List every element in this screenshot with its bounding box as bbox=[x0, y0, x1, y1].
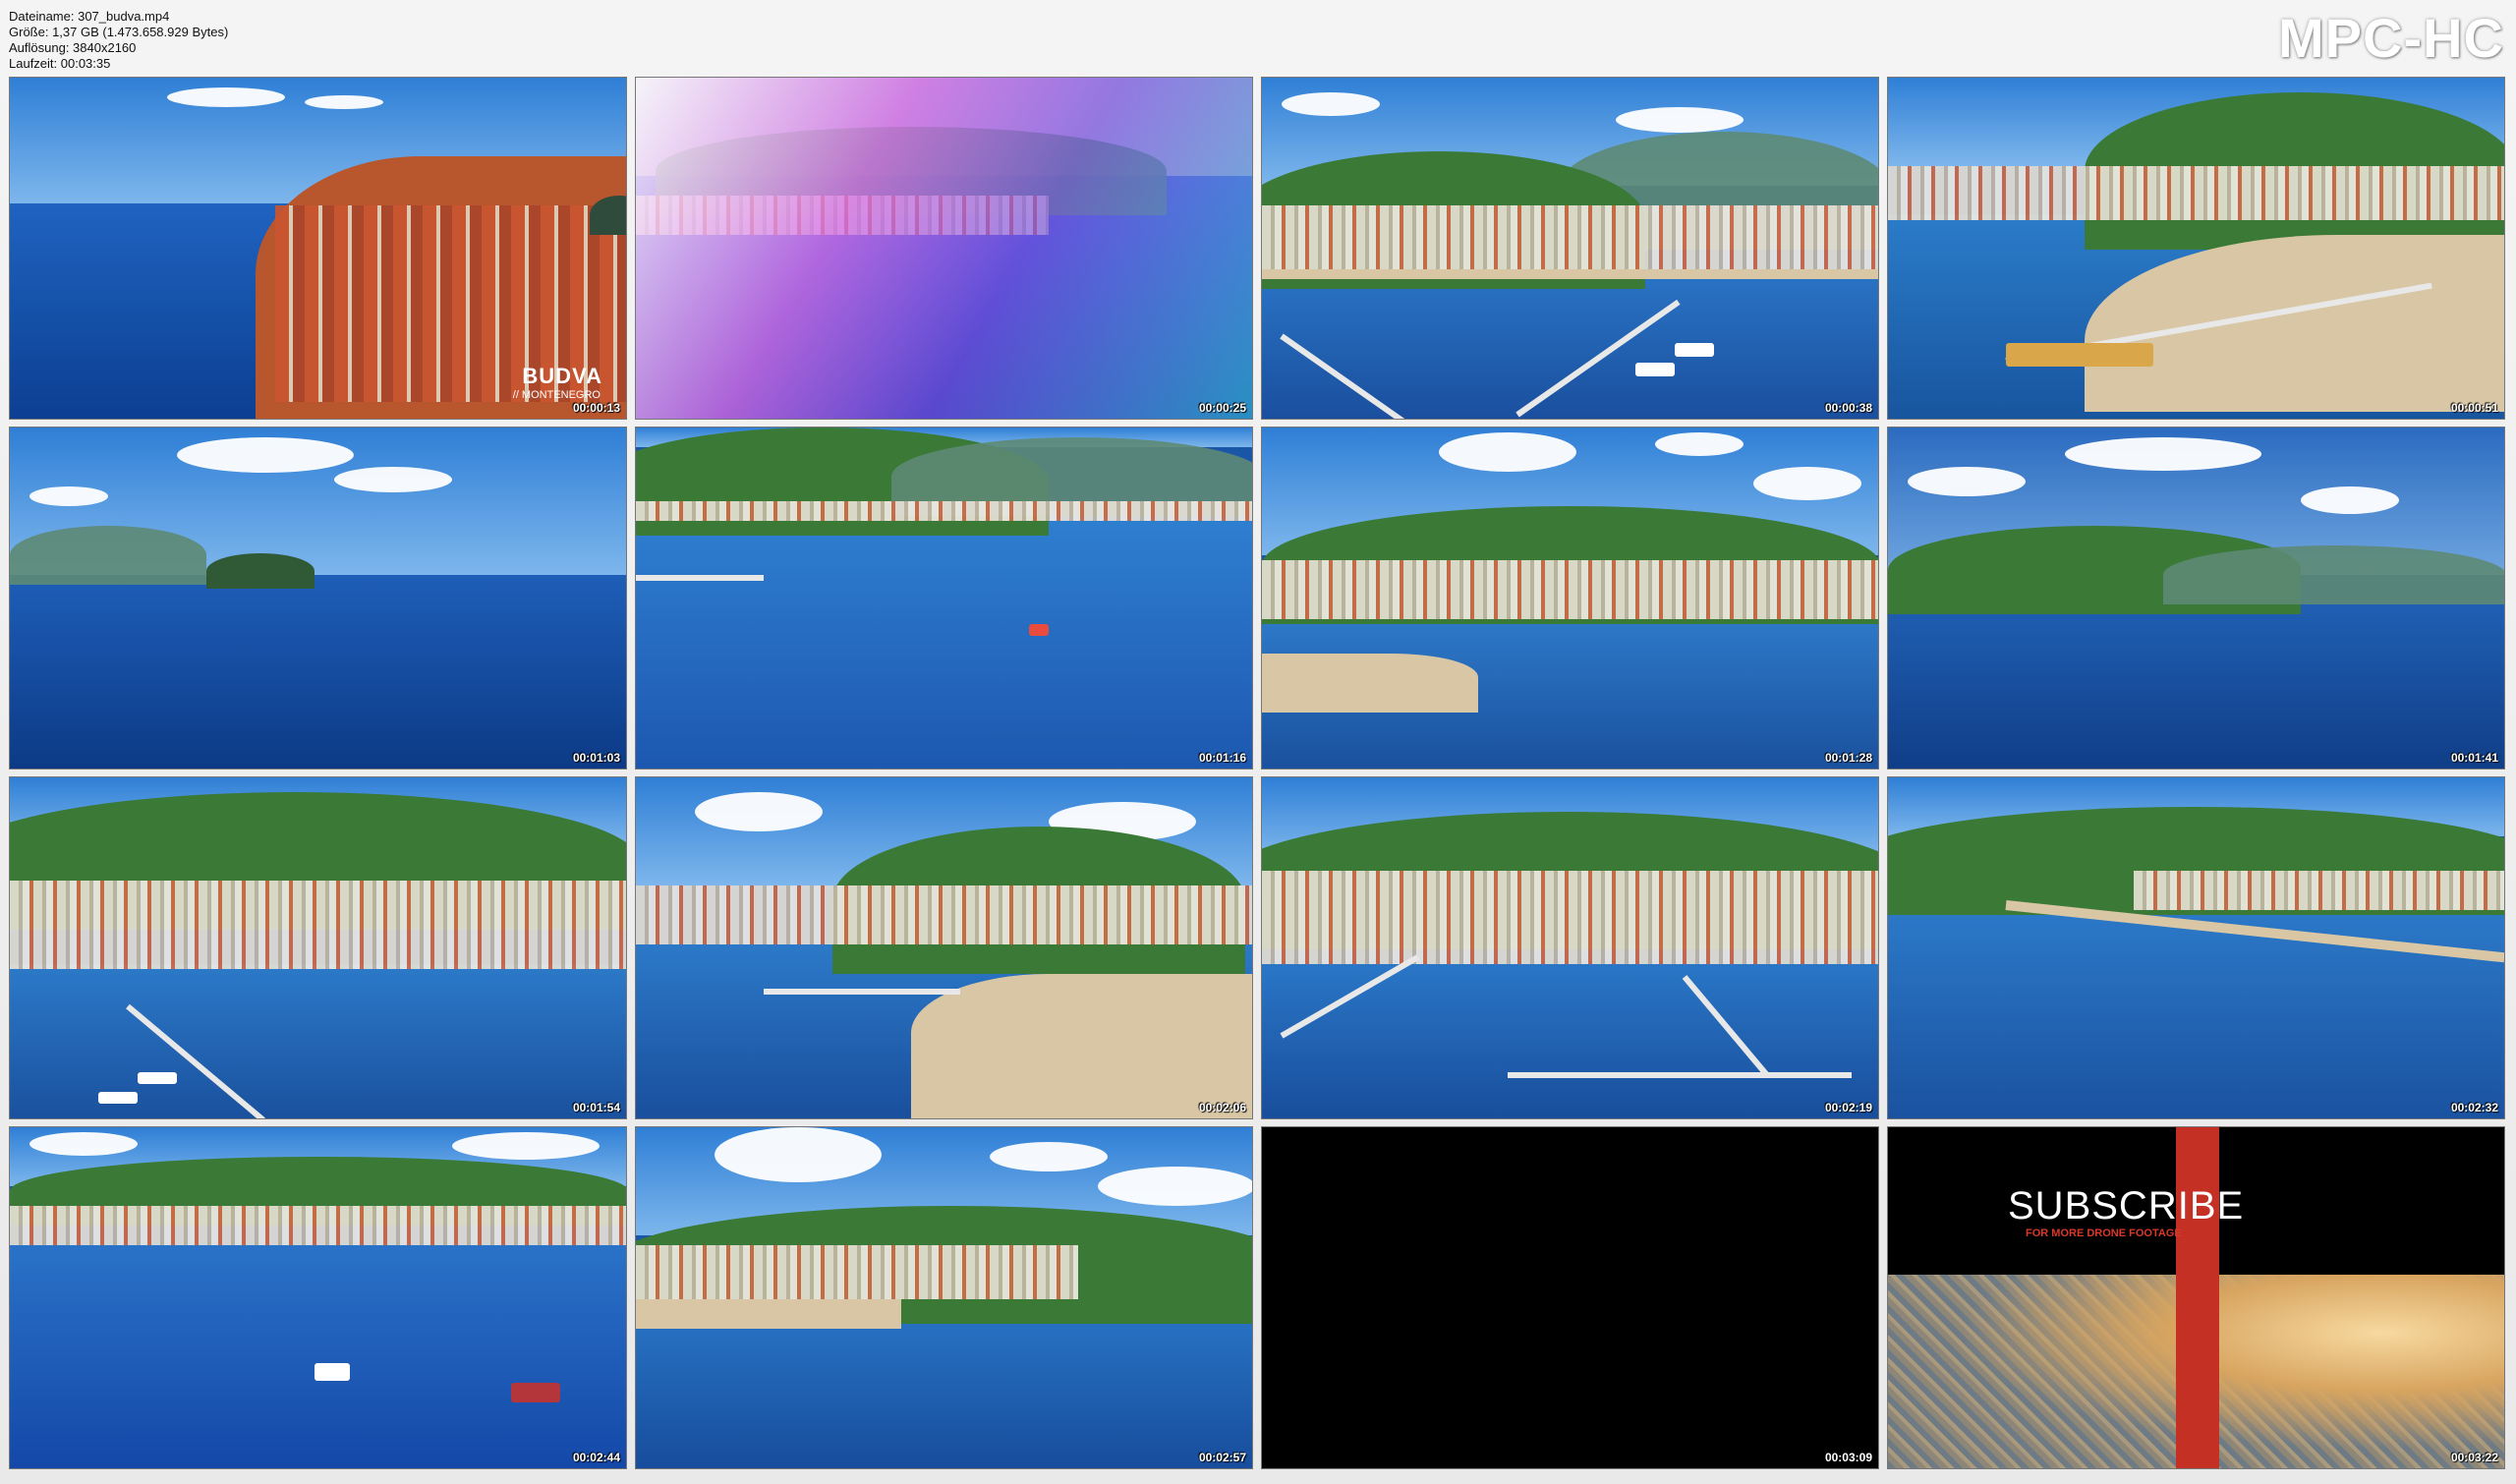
thumbnail[interactable]: 00:02:32 bbox=[1887, 776, 2505, 1119]
timestamp: 00:02:06 bbox=[1198, 1101, 1246, 1114]
thumbnail-image bbox=[1262, 78, 1878, 419]
thumbnail-image bbox=[1262, 777, 1878, 1118]
brand-logo: MPC-HC bbox=[2278, 7, 2504, 69]
thumbnail-image bbox=[10, 777, 626, 1118]
thumbnail-image bbox=[1888, 78, 2504, 419]
thumbnail-image bbox=[1262, 1127, 1878, 1468]
timestamp: 00:03:22 bbox=[2450, 1451, 2498, 1464]
thumbnail[interactable]: 00:00:38 bbox=[1261, 77, 1879, 420]
thumbnail-image bbox=[1262, 428, 1878, 769]
thumbnail[interactable]: 00:01:03 bbox=[9, 427, 627, 770]
file-resolution: Auflösung: 3840x2160 bbox=[9, 40, 137, 55]
timestamp: 00:01:03 bbox=[572, 751, 620, 765]
file-size: Größe: 1,37 GB (1.473.658.929 Bytes) bbox=[9, 25, 229, 39]
thumbnail[interactable]: 00:00:25 bbox=[635, 77, 1253, 420]
thumbnail-image bbox=[636, 1127, 1252, 1468]
thumbnail-image: BUDVA // MONTENEGRO bbox=[10, 78, 626, 419]
overlay-subtitle: // MONTENEGRO bbox=[512, 389, 600, 401]
thumbnail[interactable]: 00:03:09 bbox=[1261, 1126, 1879, 1469]
file-duration: Laufzeit: 00:03:35 bbox=[9, 56, 111, 71]
thumbnail-image bbox=[10, 1127, 626, 1468]
timestamp: 00:00:13 bbox=[572, 401, 620, 415]
subscribe-subtitle: FOR MORE DRONE FOOTAGE bbox=[2026, 1227, 2182, 1239]
timestamp: 00:02:19 bbox=[1824, 1101, 1872, 1114]
thumbnail-image: SUBSCRIBE FOR MORE DRONE FOOTAGE bbox=[1888, 1127, 2504, 1468]
thumbnail[interactable]: BUDVA // MONTENEGRO 00:00:13 bbox=[9, 77, 627, 420]
subscribe-title: SUBSCRIBE bbox=[2008, 1184, 2245, 1227]
thumbnail[interactable]: 00:01:54 bbox=[9, 776, 627, 1119]
thumbnail[interactable]: 00:02:19 bbox=[1261, 776, 1879, 1119]
timestamp: 00:00:25 bbox=[1198, 401, 1246, 415]
thumbnail[interactable]: SUBSCRIBE FOR MORE DRONE FOOTAGE 00:03:2… bbox=[1887, 1126, 2505, 1469]
file-info-panel: Dateiname: 307_budva.mp4 Größe: 1,37 GB … bbox=[9, 9, 228, 72]
timestamp: 00:02:32 bbox=[2450, 1101, 2498, 1114]
timestamp: 00:00:38 bbox=[1824, 401, 1872, 415]
thumbnail-image bbox=[636, 428, 1252, 769]
thumbnail[interactable]: 00:00:51 bbox=[1887, 77, 2505, 420]
thumbnail-image bbox=[1888, 777, 2504, 1118]
thumbnail-image bbox=[1888, 428, 2504, 769]
thumbnail[interactable]: 00:02:06 bbox=[635, 776, 1253, 1119]
timestamp: 00:00:51 bbox=[2450, 401, 2498, 415]
file-name: Dateiname: 307_budva.mp4 bbox=[9, 9, 170, 24]
timestamp: 00:02:44 bbox=[572, 1451, 620, 1464]
thumbnail-image bbox=[636, 78, 1252, 419]
thumbnail-image bbox=[10, 428, 626, 769]
timestamp: 00:02:57 bbox=[1198, 1451, 1246, 1464]
overlay-title: BUDVA bbox=[522, 364, 602, 388]
thumbnail[interactable]: 00:02:57 bbox=[635, 1126, 1253, 1469]
timestamp: 00:01:41 bbox=[2450, 751, 2498, 765]
thumbnail[interactable]: 00:02:44 bbox=[9, 1126, 627, 1469]
timestamp: 00:01:16 bbox=[1198, 751, 1246, 765]
timestamp: 00:01:28 bbox=[1824, 751, 1872, 765]
timestamp: 00:03:09 bbox=[1824, 1451, 1872, 1464]
thumbnail[interactable]: 00:01:16 bbox=[635, 427, 1253, 770]
thumbnail-image bbox=[636, 777, 1252, 1118]
thumbnail[interactable]: 00:01:41 bbox=[1887, 427, 2505, 770]
timestamp: 00:01:54 bbox=[572, 1101, 620, 1114]
thumbnail[interactable]: 00:01:28 bbox=[1261, 427, 1879, 770]
thumbnail-grid: BUDVA // MONTENEGRO 00:00:13 00:00:25 00… bbox=[9, 77, 2507, 1475]
